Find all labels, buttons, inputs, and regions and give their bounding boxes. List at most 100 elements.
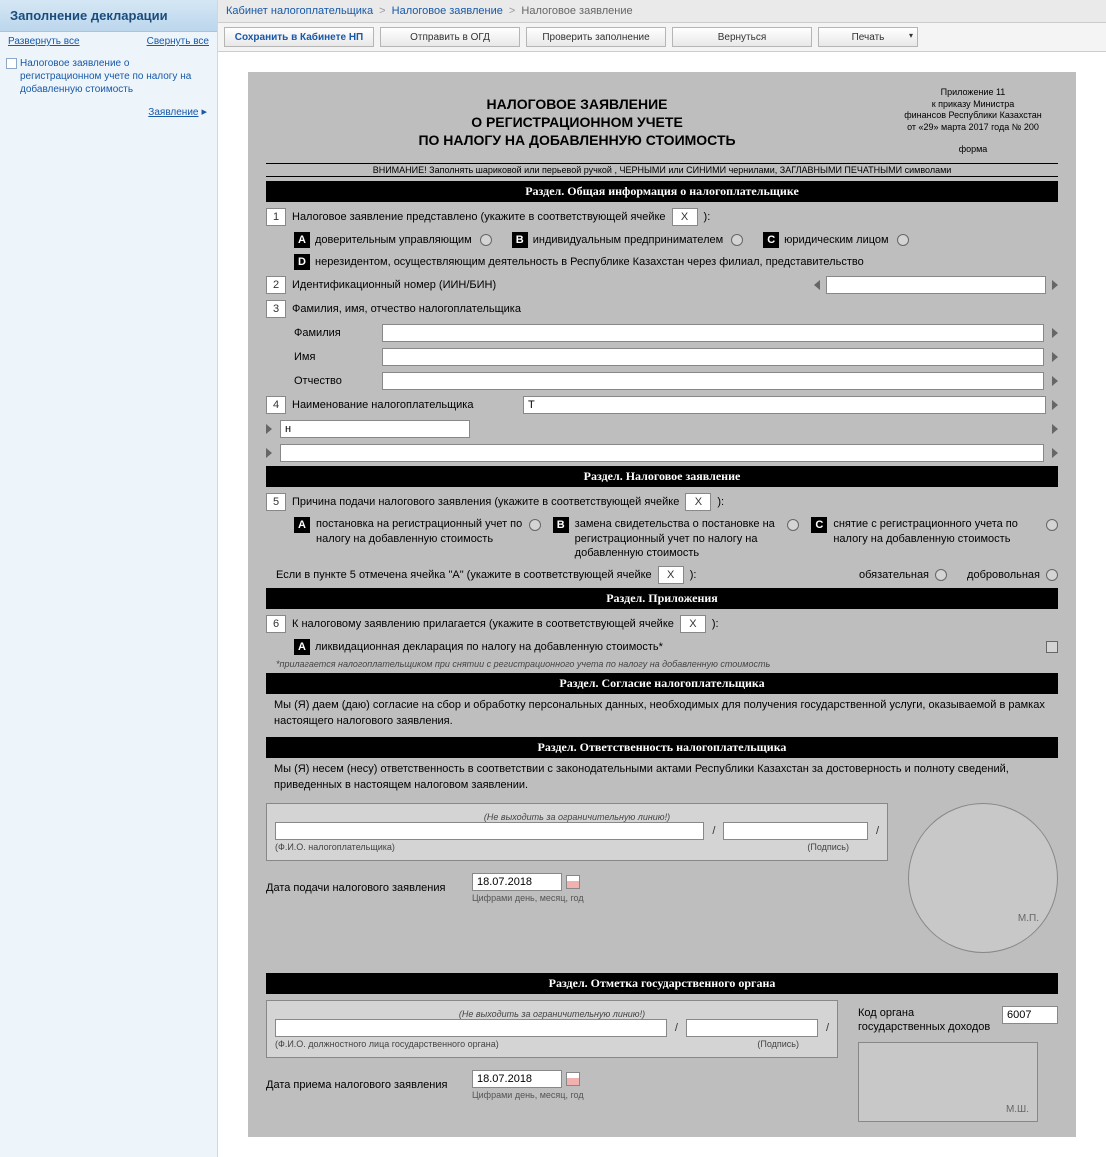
calendar-icon[interactable]	[566, 875, 580, 889]
item-number-1: 1	[266, 208, 286, 226]
date-hint-1: Цифрами день, месяц, год	[472, 893, 584, 903]
sidebar-title: Заполнение декларации	[0, 0, 217, 32]
signature-taxpayer-input[interactable]	[723, 822, 867, 840]
radio-c[interactable]	[897, 234, 909, 246]
toolbar: Сохранить в Кабинете НП Отправить в ОГД …	[218, 23, 1106, 52]
date-hint-2: Цифрами день, месяц, год	[472, 1090, 584, 1100]
q6-label: К налоговому заявлению прилагается (укаж…	[292, 618, 674, 630]
org-name-input-3[interactable]	[280, 444, 1044, 462]
chevron-right-icon[interactable]	[266, 424, 272, 434]
patronym-input[interactable]	[382, 372, 1044, 390]
chevron-right-icon[interactable]	[266, 448, 272, 458]
save-button[interactable]: Сохранить в Кабинете НП	[224, 27, 374, 47]
fio-gov-input[interactable]	[275, 1019, 667, 1037]
signature-box-taxpayer: (Не выходить за ограничительную линию!) …	[266, 803, 888, 861]
letter-a: А	[294, 517, 310, 533]
main-content: Кабинет налогоплательщика > Налоговое за…	[218, 0, 1106, 1157]
surname-input[interactable]	[382, 324, 1044, 342]
q5-cond: Если в пункте 5 отмечена ячейка "А" (ука…	[276, 569, 652, 581]
section-application: Раздел. Налоговое заявление	[266, 466, 1058, 487]
q6-note: *прилагается налогоплательщиком при снят…	[266, 659, 1058, 669]
receipt-date-label: Дата приема налогового заявления	[266, 1079, 466, 1091]
chevron-right-icon[interactable]	[1052, 376, 1058, 386]
document-form: НАЛОГОВОЕ ЗАЯВЛЕНИЕ О РЕГИСТРАЦИОННОМ УЧ…	[248, 72, 1076, 1137]
doc-title-1: НАЛОГОВОЕ ЗАЯВЛЕНИЕ	[266, 95, 888, 113]
item-number-6: 6	[266, 615, 286, 633]
q1-mark: X	[672, 208, 698, 226]
chevron-right-icon[interactable]	[1052, 328, 1058, 338]
resp-text: Мы (Я) несем (несу) ответственность в со…	[266, 758, 1058, 797]
stamp-circle: М.П.	[908, 803, 1058, 953]
org-code-input[interactable]	[1002, 1006, 1058, 1024]
org-name-input-2[interactable]	[280, 420, 470, 438]
print-button[interactable]: Печать▾	[818, 27, 918, 47]
chevron-right-icon[interactable]	[1052, 424, 1058, 434]
back-button[interactable]: Вернуться	[672, 27, 812, 47]
letter-a: А	[294, 232, 310, 248]
opt-a-label: доверительным управляющим	[315, 234, 472, 246]
fio-taxpayer-input[interactable]	[275, 822, 704, 840]
breadcrumb: Кабинет налогоплательщика > Налоговое за…	[218, 0, 1106, 23]
patronym-label: Отчество	[294, 375, 374, 387]
breadcrumb-2[interactable]: Налоговое заявление	[392, 5, 503, 17]
radio-b[interactable]	[731, 234, 743, 246]
radio-voluntary[interactable]	[1046, 569, 1058, 581]
annex-block: Приложение 11 к приказу Министра финансо…	[888, 87, 1058, 155]
letter-b: В	[512, 232, 528, 248]
opt-c-label: юридическим лицом	[784, 234, 888, 246]
chevron-right-icon: ▸	[201, 106, 207, 118]
sidebar: Заполнение декларации Развернуть все Све…	[0, 0, 218, 1157]
collapse-all-link[interactable]: Свернуть все	[147, 36, 209, 47]
breadcrumb-3: Налоговое заявление	[521, 5, 632, 17]
q5-mark: X	[685, 493, 711, 511]
check-button[interactable]: Проверить заполнение	[526, 27, 666, 47]
radio-mandatory[interactable]	[935, 569, 947, 581]
iin-bin-input[interactable]	[826, 276, 1046, 294]
letter-d: D	[294, 254, 310, 270]
letter-c: С	[763, 232, 779, 248]
radio-5b[interactable]	[787, 519, 799, 531]
name-input[interactable]	[382, 348, 1044, 366]
submit-date-label: Дата подачи налогового заявления	[266, 882, 466, 894]
q1-label: Налоговое заявление представлено (укажит…	[292, 211, 666, 223]
reason-a: постановка на регистрационный учет по на…	[316, 517, 523, 546]
item-number-5: 5	[266, 493, 286, 511]
surname-label: Фамилия	[294, 327, 374, 339]
dropdown-arrow-icon: ▾	[909, 31, 913, 40]
q6-mark: X	[680, 615, 706, 633]
sidebar-statement-link[interactable]: Заявление	[148, 107, 198, 118]
voluntary-label: добровольная	[967, 569, 1040, 581]
signature-gov-input[interactable]	[686, 1019, 818, 1037]
chevron-left-icon[interactable]	[814, 280, 820, 290]
letter-a: А	[294, 639, 310, 655]
opt-d-label: нерезидентом, осуществляющим деятельност…	[315, 256, 864, 268]
stamp-rect: М.Ш.	[858, 1042, 1038, 1122]
item-number-2: 2	[266, 276, 286, 294]
mandatory-label: обязательная	[859, 569, 929, 581]
radio-a[interactable]	[480, 234, 492, 246]
submit-date-input[interactable]	[472, 873, 562, 891]
item-number-4: 4	[266, 396, 286, 414]
doc-title-3: ПО НАЛОГУ НА ДОБАВЛЕННУЮ СТОИМОСТЬ	[266, 131, 888, 149]
sidebar-item-declaration[interactable]: Налоговое заявление о регистрационном уч…	[0, 51, 217, 102]
q5-label: Причина подачи налогового заявления (ука…	[292, 496, 679, 508]
q4-label: Наименование налогоплательщика	[292, 399, 517, 411]
chevron-right-icon[interactable]	[1052, 280, 1058, 290]
checkbox-6a[interactable]	[1046, 641, 1058, 653]
signature-box-gov: (Не выходить за ограничительную линию!) …	[266, 1000, 838, 1058]
send-button[interactable]: Отправить в ОГД	[380, 27, 520, 47]
radio-5c[interactable]	[1046, 519, 1058, 531]
reason-b: замена свидетельства о постановке на рег…	[575, 517, 782, 560]
org-name-input-1[interactable]	[523, 396, 1046, 414]
fill-warning: ВНИМАНИЕ! Заполнять шариковой или перьев…	[266, 163, 1058, 177]
chevron-right-icon[interactable]	[1052, 448, 1058, 458]
section-consent: Раздел. Согласие налогоплательщика	[266, 673, 1058, 694]
radio-5a[interactable]	[529, 519, 541, 531]
item-number-3: 3	[266, 300, 286, 318]
breadcrumb-1[interactable]: Кабинет налогоплательщика	[226, 5, 373, 17]
chevron-right-icon[interactable]	[1052, 400, 1058, 410]
expand-all-link[interactable]: Развернуть все	[8, 36, 80, 47]
q5-cond-mark: X	[658, 566, 684, 584]
name-label: Имя	[294, 351, 374, 363]
chevron-right-icon[interactable]	[1052, 352, 1058, 362]
